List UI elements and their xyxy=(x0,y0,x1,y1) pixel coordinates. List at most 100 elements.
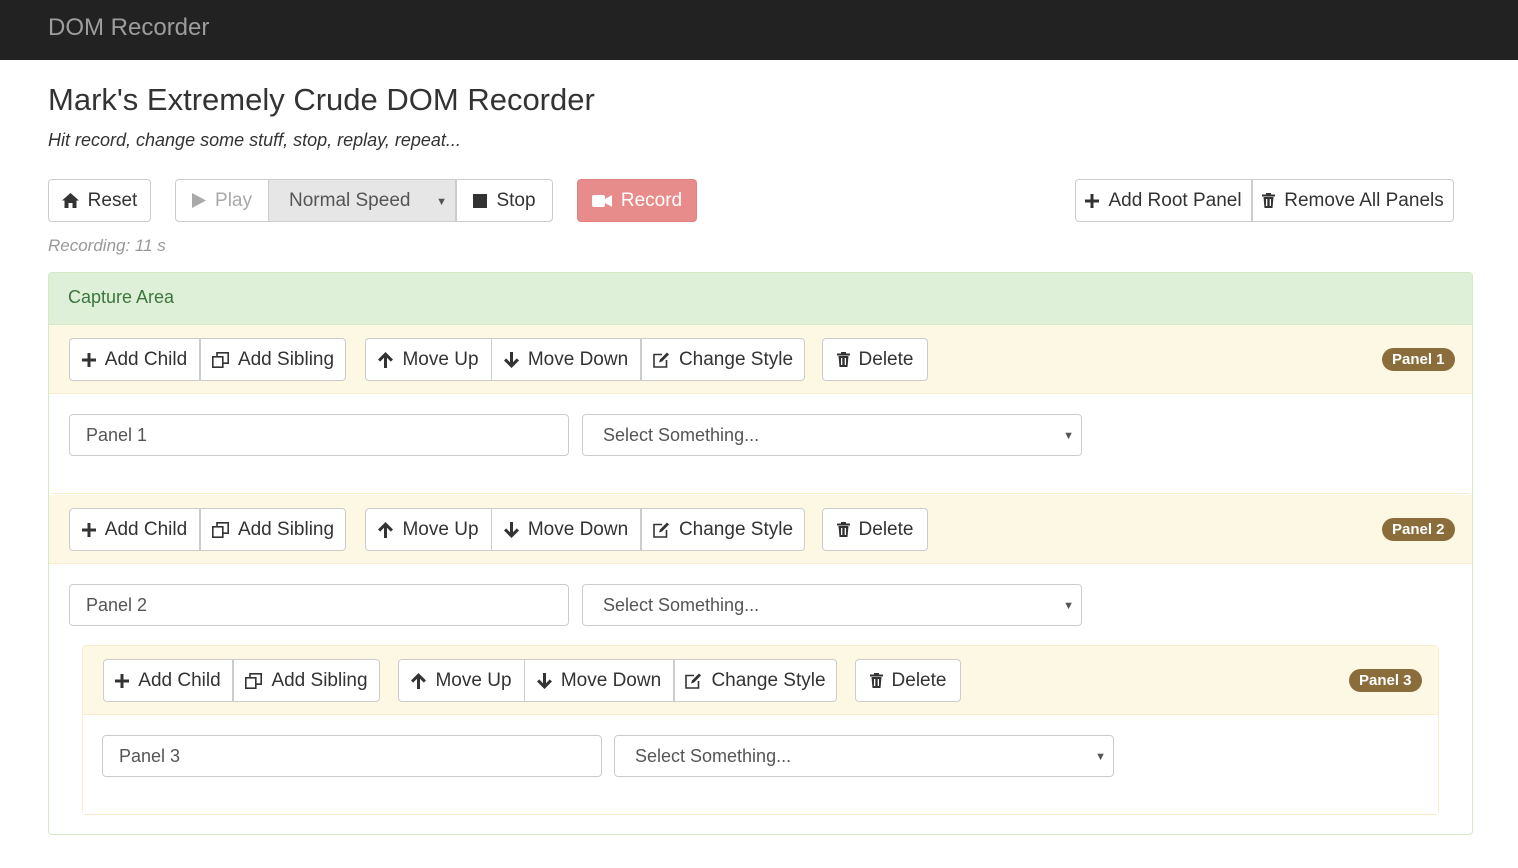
caret-down-icon: ▼ xyxy=(1063,600,1074,612)
add-root-panel-label: Add Root Panel xyxy=(1108,189,1242,211)
play-button-label: Play xyxy=(215,189,252,211)
delete-button[interactable]: Delete xyxy=(822,508,928,551)
arrow-up-icon xyxy=(411,672,427,689)
add-root-panel-button[interactable]: Add Root Panel xyxy=(1075,179,1252,222)
reset-button-label: Reset xyxy=(87,189,138,211)
plus-icon xyxy=(81,352,96,367)
copy-icon xyxy=(245,672,263,689)
move-up-label: Move Up xyxy=(402,518,479,540)
change-style-button[interactable]: Change Style xyxy=(641,338,805,381)
change-style-label: Change Style xyxy=(678,348,794,370)
change-style-label: Change Style xyxy=(711,669,826,691)
change-style-button[interactable]: Change Style xyxy=(674,659,837,702)
arrow-down-icon xyxy=(536,672,552,689)
capture-area-header: Capture Area xyxy=(49,273,1472,325)
add-child-button[interactable]: Add Child xyxy=(69,508,200,551)
trash-icon xyxy=(869,673,883,688)
panel-name-input[interactable] xyxy=(102,735,602,777)
panel-2-body: Select Something... ▼ Add Child Add Sibl… xyxy=(49,564,1472,832)
delete-label: Delete xyxy=(891,669,947,691)
navbar: DOM Recorder xyxy=(0,0,1518,60)
panel-select[interactable]: Select Something... ▼ xyxy=(582,414,1082,456)
add-child-label: Add Child xyxy=(104,348,188,370)
play-button[interactable]: Play xyxy=(175,179,269,222)
panel-1-header: Add Child Add Sibling Move Up Move Down … xyxy=(49,325,1472,394)
speed-select-value: Normal Speed xyxy=(289,189,411,211)
plus-icon xyxy=(81,522,96,537)
trash-icon xyxy=(1262,193,1276,208)
play-icon xyxy=(192,193,207,208)
add-child-label: Add Child xyxy=(104,518,188,540)
stop-icon xyxy=(473,193,488,208)
copy-icon xyxy=(211,521,229,538)
home-icon xyxy=(61,193,79,208)
page-title: Mark's Extremely Crude DOM Recorder xyxy=(48,82,595,117)
arrow-up-icon xyxy=(378,521,394,538)
arrow-up-icon xyxy=(378,351,394,368)
add-sibling-label: Add Sibling xyxy=(271,669,368,691)
move-down-button[interactable]: Move Down xyxy=(492,508,641,551)
capture-area: Capture Area Add Child Add Sibling Move … xyxy=(48,272,1473,835)
capture-area-title: Capture Area xyxy=(68,287,175,307)
delete-button[interactable]: Delete xyxy=(855,659,961,702)
panel-select-value: Select Something... xyxy=(603,594,760,615)
arrow-down-icon xyxy=(503,351,519,368)
panel-2-header: Add Child Add Sibling Move Up Move Down … xyxy=(49,495,1472,564)
delete-button[interactable]: Delete xyxy=(822,338,928,381)
move-down-button[interactable]: Move Down xyxy=(525,659,674,702)
panel-2: Add Child Add Sibling Move Up Move Down … xyxy=(49,495,1472,834)
move-down-button[interactable]: Move Down xyxy=(492,338,641,381)
move-up-button[interactable]: Move Up xyxy=(365,508,492,551)
add-sibling-button[interactable]: Add Sibling xyxy=(200,508,346,551)
navbar-brand[interactable]: DOM Recorder xyxy=(48,14,209,42)
add-child-button[interactable]: Add Child xyxy=(103,659,233,702)
panel-select-value: Select Something... xyxy=(635,745,792,766)
remove-all-panels-label: Remove All Panels xyxy=(1284,189,1444,211)
page-subtitle: Hit record, change some stuff, stop, rep… xyxy=(48,130,461,150)
panel-name-input[interactable] xyxy=(69,584,569,626)
edit-icon xyxy=(653,352,670,368)
panel-select[interactable]: Select Something... ▼ xyxy=(614,735,1114,777)
edit-icon xyxy=(685,673,702,689)
trash-icon xyxy=(836,522,850,537)
move-up-button[interactable]: Move Up xyxy=(365,338,492,381)
delete-label: Delete xyxy=(858,348,914,370)
change-style-label: Change Style xyxy=(678,518,794,540)
edit-icon xyxy=(653,522,670,538)
change-style-button[interactable]: Change Style xyxy=(641,508,805,551)
reset-button[interactable]: Reset xyxy=(48,179,151,222)
arrow-down-icon xyxy=(503,521,519,538)
move-up-label: Move Up xyxy=(402,348,479,370)
stop-button[interactable]: Stop xyxy=(456,179,553,222)
add-sibling-label: Add Sibling xyxy=(237,348,335,370)
move-down-label: Move Down xyxy=(560,669,662,691)
plus-icon xyxy=(1085,193,1100,208)
remove-all-panels-button[interactable]: Remove All Panels xyxy=(1252,179,1454,222)
add-sibling-button[interactable]: Add Sibling xyxy=(200,338,346,381)
panel-3-body: Select Something... ▼ xyxy=(83,715,1438,814)
panel-select[interactable]: Select Something... ▼ xyxy=(582,584,1082,626)
video-camera-icon xyxy=(591,194,612,208)
panel-badge: Panel 2 xyxy=(1382,518,1455,541)
move-up-button[interactable]: Move Up xyxy=(398,659,525,702)
add-child-button[interactable]: Add Child xyxy=(69,338,200,381)
add-sibling-label: Add Sibling xyxy=(237,518,335,540)
caret-down-icon: ▼ xyxy=(1095,751,1106,763)
panel-1: Add Child Add Sibling Move Up Move Down … xyxy=(49,325,1472,494)
record-button[interactable]: Record xyxy=(577,179,697,222)
speed-select[interactable]: Normal Speed ▼ xyxy=(269,179,456,222)
add-sibling-button[interactable]: Add Sibling xyxy=(233,659,380,702)
panel-1-body: Select Something... ▼ xyxy=(49,394,1472,493)
move-up-label: Move Up xyxy=(435,669,512,691)
plus-icon xyxy=(115,673,130,688)
delete-label: Delete xyxy=(858,518,914,540)
record-button-label: Record xyxy=(620,189,683,211)
caret-down-icon: ▼ xyxy=(1063,430,1074,442)
recording-status: Recording: 11 s xyxy=(48,236,166,255)
copy-icon xyxy=(211,351,229,368)
panel-3-header: Add Child Add Sibling Move Up Move Down xyxy=(83,646,1438,715)
move-down-label: Move Down xyxy=(527,518,629,540)
panel-select-value: Select Something... xyxy=(603,424,760,445)
panel-name-input[interactable] xyxy=(69,414,569,456)
panel-3: Add Child Add Sibling Move Up Move Down xyxy=(82,645,1439,815)
